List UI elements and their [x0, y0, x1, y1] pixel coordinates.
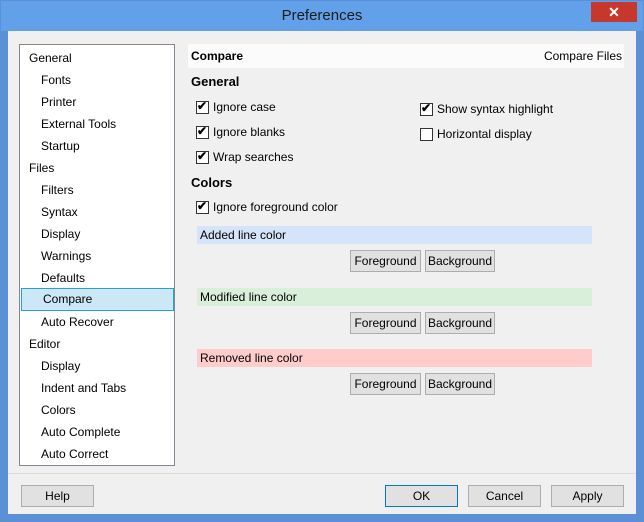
- check-icon: ✔: [197, 149, 208, 163]
- preferences-window: Preferences ✕ General Fonts Printer Externa…: [0, 0, 644, 522]
- panel-subtitle: Compare Files: [543, 49, 622, 63]
- sidebar-item-display[interactable]: Display: [20, 355, 174, 377]
- sidebar-item-syntax[interactable]: Syntax: [20, 201, 174, 223]
- compare-panel: Compare Compare Files General ✔ Ignore c…: [188, 44, 624, 464]
- check-icon: ✔: [197, 124, 208, 138]
- check-icon: ✔: [421, 101, 432, 115]
- sidebar-item-auto-correct[interactable]: Auto Correct: [20, 443, 174, 465]
- modified-background-button[interactable]: Background: [425, 312, 495, 334]
- modified-foreground-button[interactable]: Foreground: [350, 312, 421, 334]
- sidebar-item-defaults[interactable]: Defaults: [20, 267, 174, 289]
- panel-header: Compare Compare Files: [188, 44, 624, 68]
- close-icon: ✕: [608, 4, 620, 20]
- help-button[interactable]: Help: [21, 485, 94, 507]
- apply-button[interactable]: Apply: [551, 485, 624, 507]
- sidebar-item-editor[interactable]: Editor: [20, 333, 174, 355]
- added-foreground-button[interactable]: Foreground: [350, 250, 421, 272]
- removed-background-button[interactable]: Background: [425, 373, 495, 395]
- removed-foreground-button[interactable]: Foreground: [350, 373, 421, 395]
- ignore-case-label: Ignore case: [213, 100, 276, 114]
- window-title: Preferences: [281, 7, 363, 24]
- wrap-searches-label: Wrap searches: [213, 150, 294, 164]
- sidebar-item-filters[interactable]: Filters: [20, 179, 174, 201]
- sidebar-item-indent-and-tabs[interactable]: Indent and Tabs: [20, 377, 174, 399]
- panel-title: Compare: [191, 49, 244, 63]
- removed-line-color-band: Removed line color: [197, 349, 592, 367]
- sidebar-item-compare[interactable]: Compare: [21, 288, 174, 311]
- general-section-title: General: [191, 74, 240, 89]
- added-line-color-band: Added line color: [197, 226, 592, 244]
- check-icon: ✔: [197, 99, 208, 113]
- cancel-button[interactable]: Cancel: [468, 485, 541, 507]
- sidebar-item-startup[interactable]: Startup: [20, 135, 174, 157]
- removed-line-color-label: Removed line color: [200, 351, 303, 365]
- colors-section-title: Colors: [191, 175, 233, 190]
- title-bar: Preferences ✕: [1, 1, 643, 31]
- added-background-button[interactable]: Background: [425, 250, 495, 272]
- modified-line-color-band: Modified line color: [197, 288, 592, 306]
- category-tree[interactable]: General Fonts Printer External Tools Startup…: [19, 44, 175, 466]
- sidebar-item-colors[interactable]: Colors: [20, 399, 174, 421]
- sidebar-item-warnings[interactable]: Warnings: [20, 245, 174, 267]
- added-line-color-label: Added line color: [200, 228, 287, 242]
- ok-button[interactable]: OK: [385, 485, 458, 507]
- modified-line-color-label: Modified line color: [200, 290, 297, 304]
- dialog-client: General Fonts Printer External Tools Startup…: [8, 31, 636, 514]
- sidebar-item-auto-complete[interactable]: Auto Complete: [20, 421, 174, 443]
- sidebar-item-external-tools[interactable]: External Tools: [20, 113, 174, 135]
- sidebar-item-display[interactable]: Display: [20, 223, 174, 245]
- footer-separator: [8, 473, 636, 474]
- show-syntax-highlight-label: Show syntax highlight: [437, 102, 554, 116]
- ignore-blanks-label: Ignore blanks: [213, 125, 286, 139]
- sidebar-item-auto-recover[interactable]: Auto Recover: [20, 311, 174, 333]
- horizontal-display-label: Horizontal display: [437, 127, 532, 141]
- sidebar-item-printer[interactable]: Printer: [20, 91, 174, 113]
- sidebar-item-general[interactable]: General: [20, 47, 174, 69]
- sidebar-item-fonts[interactable]: Fonts: [20, 69, 174, 91]
- check-icon: ✔: [197, 199, 208, 213]
- sidebar-item-files[interactable]: Files: [20, 157, 174, 179]
- ignore-foreground-color-label: Ignore foreground color: [213, 200, 338, 214]
- close-button[interactable]: ✕: [591, 2, 637, 22]
